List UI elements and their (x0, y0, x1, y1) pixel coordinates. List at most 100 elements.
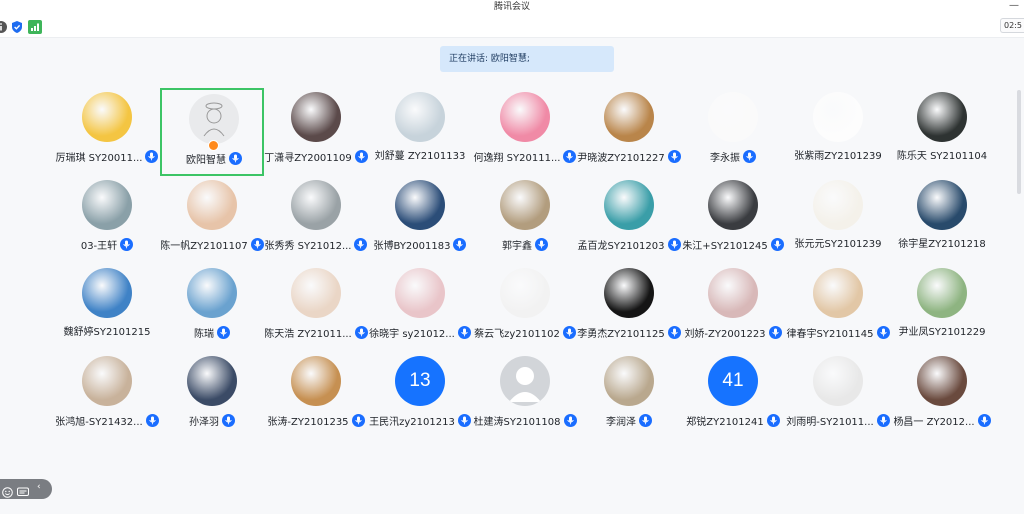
participant-name: 03-王轩 (80, 241, 118, 252)
avatar (708, 92, 758, 142)
microphone-icon[interactable] (667, 326, 681, 339)
microphone-icon[interactable] (457, 414, 471, 427)
participant-tile[interactable]: 张鸿旭-SY21432... (55, 352, 159, 440)
emoji-icon[interactable] (2, 483, 13, 502)
avatar (604, 356, 654, 406)
microphone-icon[interactable] (354, 150, 368, 163)
participant-tile[interactable]: 尹业凤SY2101229 (890, 264, 994, 352)
microphone-icon[interactable] (768, 326, 782, 339)
participant-tile[interactable]: 杨昌一 ZY2012... (890, 352, 994, 440)
microphone-icon[interactable] (770, 238, 784, 251)
participant-name-row: 厉瑞琪 SY20011... (55, 150, 159, 164)
collapse-chevron-icon[interactable]: ‹ (37, 482, 41, 492)
minimize-button[interactable]: — (1008, 0, 1020, 14)
participant-tile[interactable]: 魏舒婷SY2101215 (55, 264, 159, 352)
microphone-icon[interactable] (667, 150, 681, 163)
microphone-icon[interactable] (535, 238, 548, 251)
avatar (813, 180, 863, 230)
participant-name: 欧阳智慧 (186, 155, 226, 166)
microphone-icon[interactable] (222, 414, 235, 427)
participant-tile[interactable]: 尹晓波ZY2101227 (577, 88, 681, 176)
participant-tile[interactable]: 何逸翔 SY20111... (473, 88, 577, 176)
participant-name-row: 魏舒婷SY2101215 (55, 326, 159, 340)
microphone-icon[interactable] (120, 238, 134, 251)
microphone-icon[interactable] (145, 150, 159, 163)
participant-name: 魏舒婷SY2101215 (63, 327, 151, 338)
info-icon[interactable] (0, 19, 8, 33)
participant-tile[interactable]: 杜建涛SY2101108 (473, 352, 577, 440)
participant-tile[interactable]: 张紫雨ZY2101239 (786, 88, 890, 176)
signal-icon[interactable] (28, 19, 42, 34)
participant-name: 李勇杰ZY2101125 (577, 329, 665, 340)
participant-name-row: 何逸翔 SY20111... (473, 150, 577, 164)
microphone-icon[interactable] (145, 414, 159, 427)
microphone-icon[interactable] (977, 414, 991, 427)
participant-tile[interactable]: 张涛-ZY2101235 (264, 352, 368, 440)
participant-name-row: 陈瑞 (160, 326, 264, 340)
participant-tile[interactable]: 厉瑞琪 SY20011... (55, 88, 159, 176)
participant-tile[interactable]: 孟百龙SY2101203 (577, 176, 681, 264)
participant-name-row: 03-王轩 (55, 238, 159, 252)
participant-name-row: 张鸿旭-SY21432... (55, 414, 159, 428)
participant-tile[interactable]: 陈瑞 (160, 264, 264, 352)
microphone-icon[interactable] (453, 238, 467, 251)
microphone-icon[interactable] (766, 414, 780, 427)
participant-tile[interactable]: 徐晓宇 sy21012... (368, 264, 472, 352)
microphone-icon[interactable] (639, 414, 652, 427)
title-bar: 腾讯会议 — (0, 0, 1024, 14)
participant-name: 李永振 (710, 153, 740, 164)
microphone-icon[interactable] (562, 326, 576, 339)
avatar (917, 356, 967, 406)
microphone-icon[interactable] (667, 238, 681, 251)
avatar (813, 356, 863, 406)
participant-tile[interactable]: 李勇杰ZY2101125 (577, 264, 681, 352)
participant-tile[interactable]: 刘娇-ZY2001223 (681, 264, 785, 352)
participant-tile[interactable]: 张秀秀 SY21012... (264, 176, 368, 264)
participant-name-row: 张元元SY2101239 (786, 238, 890, 252)
microphone-icon[interactable] (876, 414, 890, 427)
participant-tile[interactable]: 丁潇寻ZY2001109 (264, 88, 368, 176)
microphone-icon[interactable] (563, 150, 577, 163)
microphone-icon[interactable] (876, 326, 890, 339)
microphone-icon[interactable] (351, 414, 365, 427)
scrollbar[interactable] (1017, 90, 1021, 194)
microphone-icon[interactable] (217, 326, 230, 339)
participant-name: 张元元SY2101239 (794, 239, 882, 250)
participant-name-row: 尹晓波ZY2101227 (577, 150, 681, 164)
participant-tile[interactable]: 41 郑锐ZY2101241 (681, 352, 785, 440)
avatar (291, 356, 341, 406)
participant-tile[interactable]: 陈乐天 SY2101104 (890, 88, 994, 176)
chat-bar[interactable]: ‹ (0, 479, 52, 499)
microphone-icon[interactable] (354, 238, 368, 251)
participant-tile[interactable]: 03-王轩 (55, 176, 159, 264)
participant-name: 陈天浩 ZY21011... (264, 329, 352, 340)
participant-tile[interactable]: 蔡云飞zy2101102 (473, 264, 577, 352)
participant-tile[interactable]: 李永振 (681, 88, 785, 176)
chat-icon[interactable] (17, 483, 29, 502)
participant-tile[interactable]: 13 王民汛zy2101213 (368, 352, 472, 440)
participant-tile[interactable]: 朱江+SY2101245 (681, 176, 785, 264)
microphone-icon[interactable] (563, 414, 577, 427)
participant-tile[interactable]: 张元元SY2101239 (786, 176, 890, 264)
participant-name-row: 郑锐ZY2101241 (681, 414, 785, 428)
avatar (500, 180, 550, 230)
participant-tile[interactable]: 孙泽羽 (160, 352, 264, 440)
participant-tile[interactable]: 徐宇星ZY2101218 (890, 176, 994, 264)
participant-tile[interactable]: 李润泽 (577, 352, 681, 440)
microphone-icon[interactable] (250, 238, 264, 251)
shield-icon[interactable] (10, 19, 24, 33)
participant-tile[interactable]: 刘雨明-SY21011... (786, 352, 890, 440)
participant-tile[interactable]: 欧阳智慧 (160, 88, 264, 176)
participant-tile[interactable]: 刘舒蔓 ZY2101133 (368, 88, 472, 176)
microphone-icon[interactable] (354, 326, 368, 339)
participant-tile[interactable]: 郭宇鑫 (473, 176, 577, 264)
participant-tile[interactable]: 张博BY2001183 (368, 176, 472, 264)
avatar (500, 356, 550, 406)
participant-tile[interactable]: 陈一帆ZY2101107 (160, 176, 264, 264)
microphone-icon[interactable] (457, 326, 471, 339)
participant-tile[interactable]: 陈天浩 ZY21011... (264, 264, 368, 352)
participant-tile[interactable]: 律春宇SY2101145 (786, 264, 890, 352)
microphone-icon[interactable] (743, 150, 756, 163)
avatar (604, 268, 654, 318)
microphone-icon[interactable] (229, 152, 242, 165)
